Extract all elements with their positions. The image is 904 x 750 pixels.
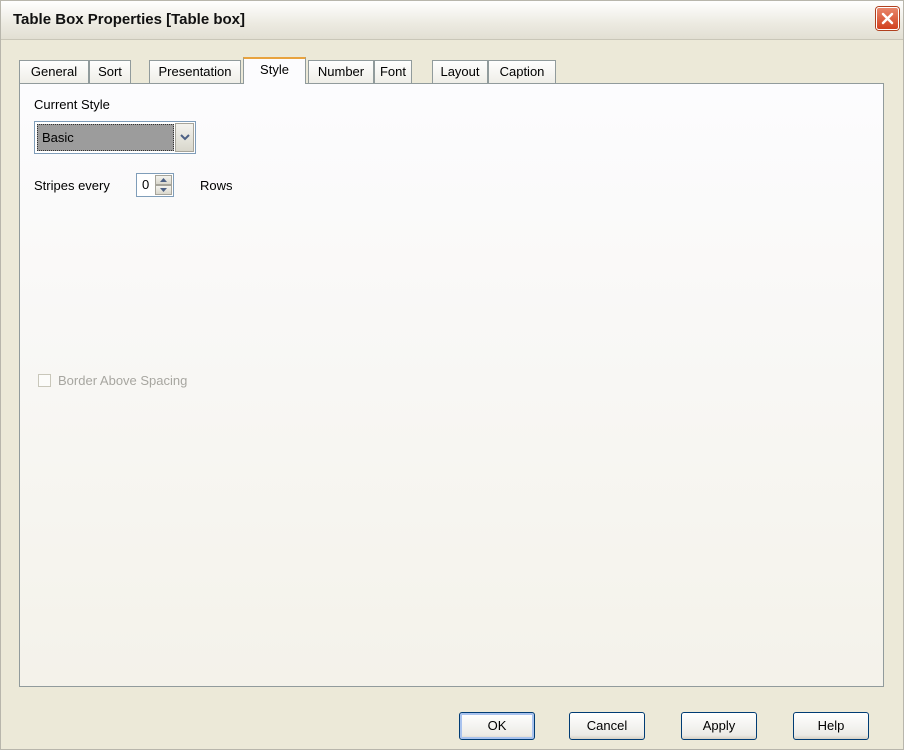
chevron-down-icon bbox=[179, 134, 190, 141]
dropdown-button[interactable] bbox=[175, 123, 194, 152]
tab-style[interactable]: Style bbox=[243, 57, 306, 84]
tab-caption[interactable]: Caption bbox=[488, 60, 556, 83]
rows-label: Rows bbox=[200, 178, 233, 193]
tab-presentation[interactable]: Presentation bbox=[149, 60, 241, 83]
window-title: Table Box Properties [Table box] bbox=[13, 11, 245, 28]
tab-number[interactable]: Number bbox=[308, 60, 374, 83]
close-icon bbox=[881, 12, 894, 25]
ok-button[interactable]: OK bbox=[459, 712, 535, 740]
apply-button[interactable]: Apply bbox=[681, 712, 757, 740]
style-tab-panel: Current Style Basic Stripes every 0 Rows… bbox=[19, 83, 884, 687]
tab-general[interactable]: General bbox=[19, 60, 89, 83]
tab-font[interactable]: Font bbox=[374, 60, 412, 83]
title-bar[interactable]: Table Box Properties [Table box] bbox=[1, 1, 903, 40]
dialog-window: Table Box Properties [Table box] General… bbox=[0, 0, 904, 750]
stripes-value: 0 bbox=[142, 177, 150, 192]
spin-down-button[interactable] bbox=[155, 185, 172, 195]
current-style-label: Current Style bbox=[34, 97, 110, 112]
tab-layout[interactable]: Layout bbox=[432, 60, 488, 83]
stripes-stepper[interactable]: 0 bbox=[136, 173, 174, 197]
current-style-value: Basic bbox=[37, 124, 174, 151]
triangle-down-icon bbox=[160, 188, 167, 192]
border-above-spacing-checkbox[interactable] bbox=[38, 374, 51, 387]
stripes-every-label: Stripes every bbox=[34, 178, 110, 193]
tab-sort[interactable]: Sort bbox=[89, 60, 131, 83]
spin-up-button[interactable] bbox=[155, 175, 172, 185]
cancel-button[interactable]: Cancel bbox=[569, 712, 645, 740]
border-above-spacing-label: Border Above Spacing bbox=[58, 373, 188, 388]
close-button[interactable] bbox=[876, 7, 899, 30]
current-style-select[interactable]: Basic bbox=[34, 121, 196, 154]
triangle-up-icon bbox=[160, 178, 167, 182]
help-button[interactable]: Help bbox=[793, 712, 869, 740]
